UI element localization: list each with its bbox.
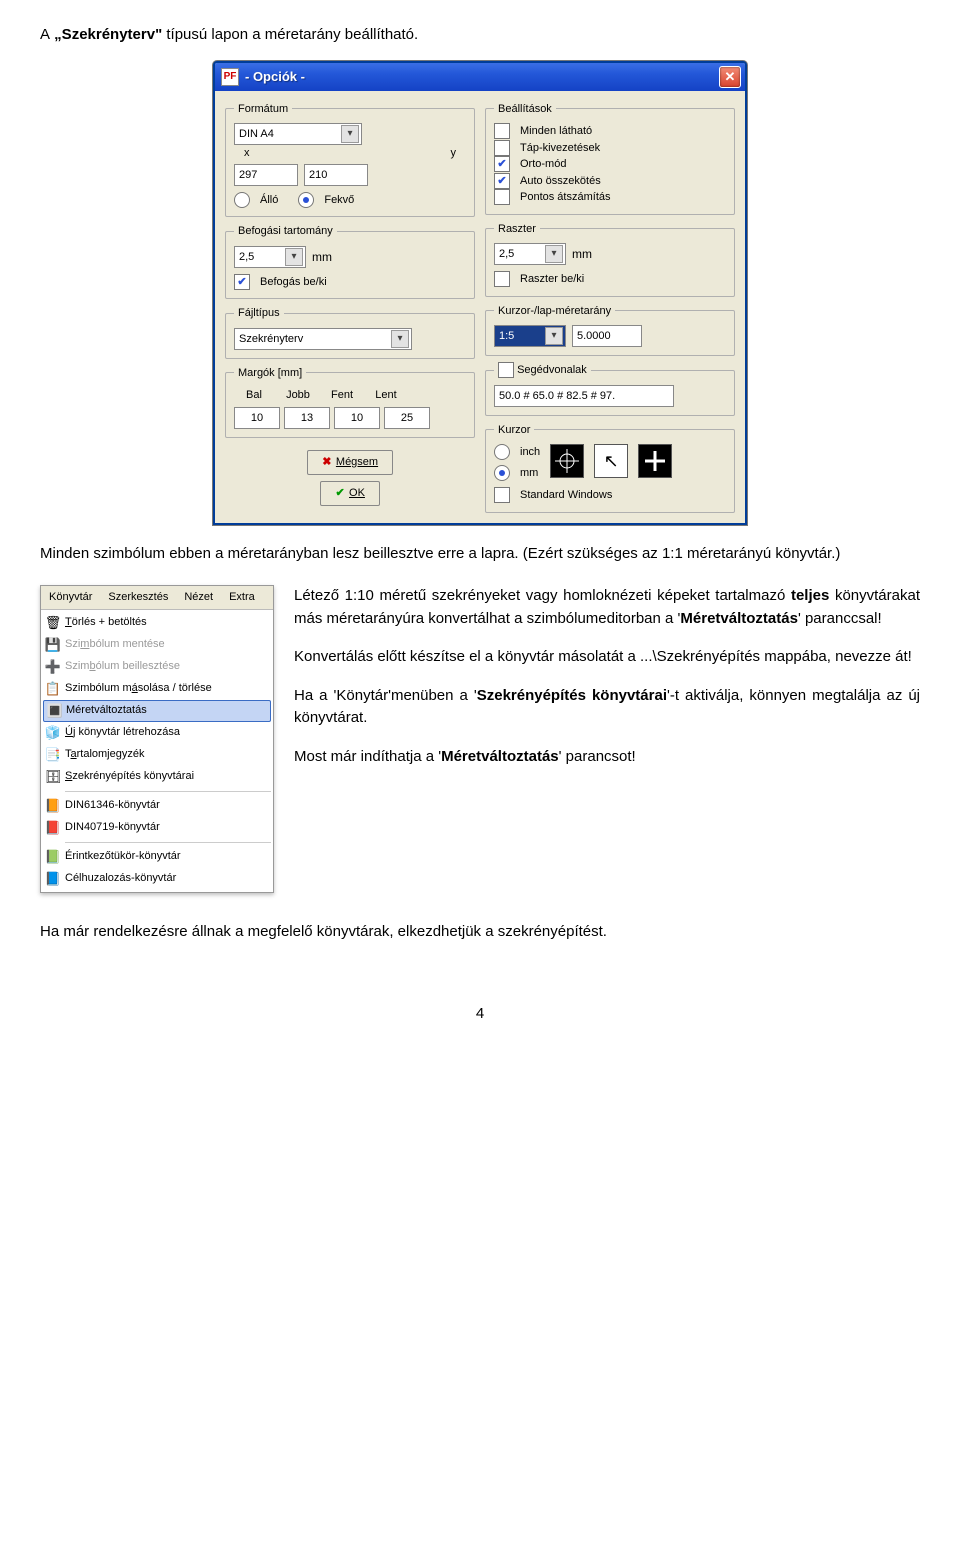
- menu-item-6[interactable]: 📑Tartalomjegyzék: [41, 744, 273, 766]
- menu-item-8[interactable]: 📙DIN61346-könyvtár: [41, 795, 273, 817]
- opt-power-terminals-checkbox[interactable]: [494, 140, 510, 156]
- guide-p1: Létező 1:10 méretű szekrényeket vagy hom…: [294, 585, 920, 630]
- menu-item-4[interactable]: 🔳Méretváltoztatás: [43, 700, 271, 722]
- opt-ortho-checkbox[interactable]: [494, 156, 510, 172]
- menu-item-label: Új könyvtár létrehozása: [65, 724, 265, 741]
- menu-item-label: DIN61346-könyvtár: [65, 797, 265, 814]
- cancel-button[interactable]: ✖Mégsem: [307, 450, 393, 475]
- cursor-group: Kurzor inch mm ↖ Standard Windows: [485, 422, 735, 513]
- aux-lines-checkbox[interactable]: [498, 362, 514, 378]
- cursor-mm-radio[interactable]: [494, 465, 510, 481]
- menu-item-icon: ➕: [41, 656, 65, 678]
- menu-item-label: Szimbólum mentése: [65, 636, 265, 653]
- snap-group: Befogási tartomány 2,5 mm Befogás be/ki: [225, 223, 475, 299]
- close-icon[interactable]: ✕: [719, 66, 741, 88]
- intro-paragraph: A „Szekrényterv" típusú lapon a méretará…: [40, 24, 920, 47]
- menu-extras[interactable]: Extra: [221, 586, 263, 609]
- format-select[interactable]: DIN A4: [234, 123, 362, 145]
- margins-group: Margók [mm] Bal Jobb Fent Lent 10 13 10 …: [225, 365, 475, 438]
- menu-item-icon: 🔳: [44, 700, 66, 722]
- scale-select[interactable]: 1:5: [494, 325, 566, 347]
- scale-group: Kurzor-/lap-méretarány 1:5 5.0000: [485, 303, 735, 357]
- guide-p3: Ha a 'Könytár'menüben a 'Szekrényépítés …: [294, 685, 920, 730]
- opt-exact-recalc-checkbox[interactable]: [494, 189, 510, 205]
- page-number: 4: [40, 1003, 920, 1026]
- menu-item-0[interactable]: 🗑Törlés + betöltés: [41, 612, 273, 634]
- menu-item-icon: 📕: [41, 817, 65, 839]
- menu-item-label: Törlés + betöltés: [65, 614, 265, 631]
- options-dialog: PF - Opciók - ✕ Formátum DIN A4 xy 297 2…: [213, 61, 747, 525]
- cursor-inch-radio[interactable]: [494, 444, 510, 460]
- menu-item-5[interactable]: 🧊Új könyvtár létrehozása: [41, 722, 273, 744]
- menu-item-label: Célhuzalozás-könyvtár: [65, 870, 265, 887]
- snap-value-select[interactable]: 2,5: [234, 246, 306, 268]
- menu-item-label: Szekrényépítés könyvtárai: [65, 768, 265, 785]
- orientation-landscape-radio[interactable]: [298, 192, 314, 208]
- menu-item-label: Tartalomjegyzék: [65, 746, 265, 763]
- menu-item-label: DIN40719-könyvtár: [65, 819, 265, 836]
- margin-bottom-input[interactable]: 25: [384, 407, 430, 429]
- cursor-style-plus[interactable]: [638, 444, 672, 478]
- menu-edit[interactable]: Szerkesztés: [100, 586, 176, 609]
- menu-item-icon: 📙: [41, 795, 65, 817]
- aux-lines-input[interactable]: 50.0 # 65.0 # 82.5 # 97.: [494, 385, 674, 407]
- paragraph-after-dialog: Minden szimbólum ebben a méretarányban l…: [40, 543, 920, 566]
- menu-item-icon: 🗑: [41, 612, 65, 634]
- format-y-input[interactable]: 210: [304, 164, 368, 186]
- cursor-style-arrow[interactable]: ↖: [594, 444, 628, 478]
- raster-toggle-checkbox[interactable]: [494, 271, 510, 287]
- window-title: - Opciók -: [245, 67, 719, 87]
- format-x-input[interactable]: 297: [234, 164, 298, 186]
- raster-group: Raszter 2,5mm Raszter be/ki: [485, 221, 735, 297]
- margin-right-input[interactable]: 13: [284, 407, 330, 429]
- app-icon: PF: [221, 68, 239, 86]
- snap-toggle-checkbox[interactable]: [234, 274, 250, 290]
- guide-p4: Most már indíthatja a 'Méretváltoztatás'…: [294, 746, 920, 769]
- raster-value-select[interactable]: 2,5: [494, 243, 566, 265]
- menu-bar: Könyvtár Szerkesztés Nézet Extra: [41, 586, 273, 610]
- menu-item-11[interactable]: 📘Célhuzalozás-könyvtár: [41, 868, 273, 890]
- filetype-select[interactable]: Szekrényterv: [234, 328, 412, 350]
- menu-item-icon: 🗄: [41, 766, 65, 788]
- menu-item-7[interactable]: 🗄Szekrényépítés könyvtárai: [41, 766, 273, 788]
- menu-item-3[interactable]: 📋Szimbólum másolása / törlése: [41, 678, 273, 700]
- ok-icon: ✔: [335, 488, 345, 498]
- menu-item-icon: 📘: [41, 868, 65, 890]
- margin-left-input[interactable]: 10: [234, 407, 280, 429]
- menu-item-label: Méretváltoztatás: [66, 702, 262, 719]
- cancel-icon: ✖: [322, 457, 332, 467]
- guide-p2: Konvertálás előtt készítse el a könyvtár…: [294, 646, 920, 669]
- opt-all-visible-checkbox[interactable]: [494, 123, 510, 139]
- orientation-portrait-radio[interactable]: [234, 192, 250, 208]
- titlebar[interactable]: PF - Opciók - ✕: [215, 63, 745, 91]
- menu-item-10[interactable]: 📗Érintkezőtükör-könyvtár: [41, 846, 273, 868]
- menu-view[interactable]: Nézet: [176, 586, 221, 609]
- menu-item-icon: 📗: [41, 846, 65, 868]
- format-group: Formátum DIN A4 xy 297 210 Álló Fekvő: [225, 101, 475, 218]
- margin-top-input[interactable]: 10: [334, 407, 380, 429]
- menu-item-icon: 📋: [41, 678, 65, 700]
- menu-item-icon: 🧊: [41, 722, 65, 744]
- cursor-std-checkbox[interactable]: [494, 487, 510, 503]
- ok-button[interactable]: ✔OK: [320, 481, 380, 506]
- menu-item-label: Szimbólum másolása / törlése: [65, 680, 265, 697]
- menu-item-icon: 💾: [41, 634, 65, 656]
- menu-item-2: ➕Szimbólum beillesztése: [41, 656, 273, 678]
- aux-lines-group: Segédvonalak 50.0 # 65.0 # 82.5 # 97.: [485, 362, 735, 416]
- filetype-group: Fájltípus Szekrényterv: [225, 305, 475, 359]
- final-paragraph: Ha már rendelkezésre állnak a megfelelő …: [40, 921, 920, 944]
- cursor-style-crosshair[interactable]: [550, 444, 584, 478]
- menu-library[interactable]: Könyvtár: [41, 586, 100, 609]
- menu-item-label: Érintkezőtükör-könyvtár: [65, 848, 265, 865]
- settings-group: Beállítások Minden látható Táp-kivezetés…: [485, 101, 735, 215]
- menu-item-icon: 📑: [41, 744, 65, 766]
- menu-item-9[interactable]: 📕DIN40719-könyvtár: [41, 817, 273, 839]
- scale-value-input[interactable]: 5.0000: [572, 325, 642, 347]
- menu-item-1: 💾Szimbólum mentése: [41, 634, 273, 656]
- opt-autoconnect-checkbox[interactable]: [494, 173, 510, 189]
- library-menu: Könyvtár Szerkesztés Nézet Extra 🗑Törlés…: [40, 585, 274, 893]
- menu-item-label: Szimbólum beillesztése: [65, 658, 265, 675]
